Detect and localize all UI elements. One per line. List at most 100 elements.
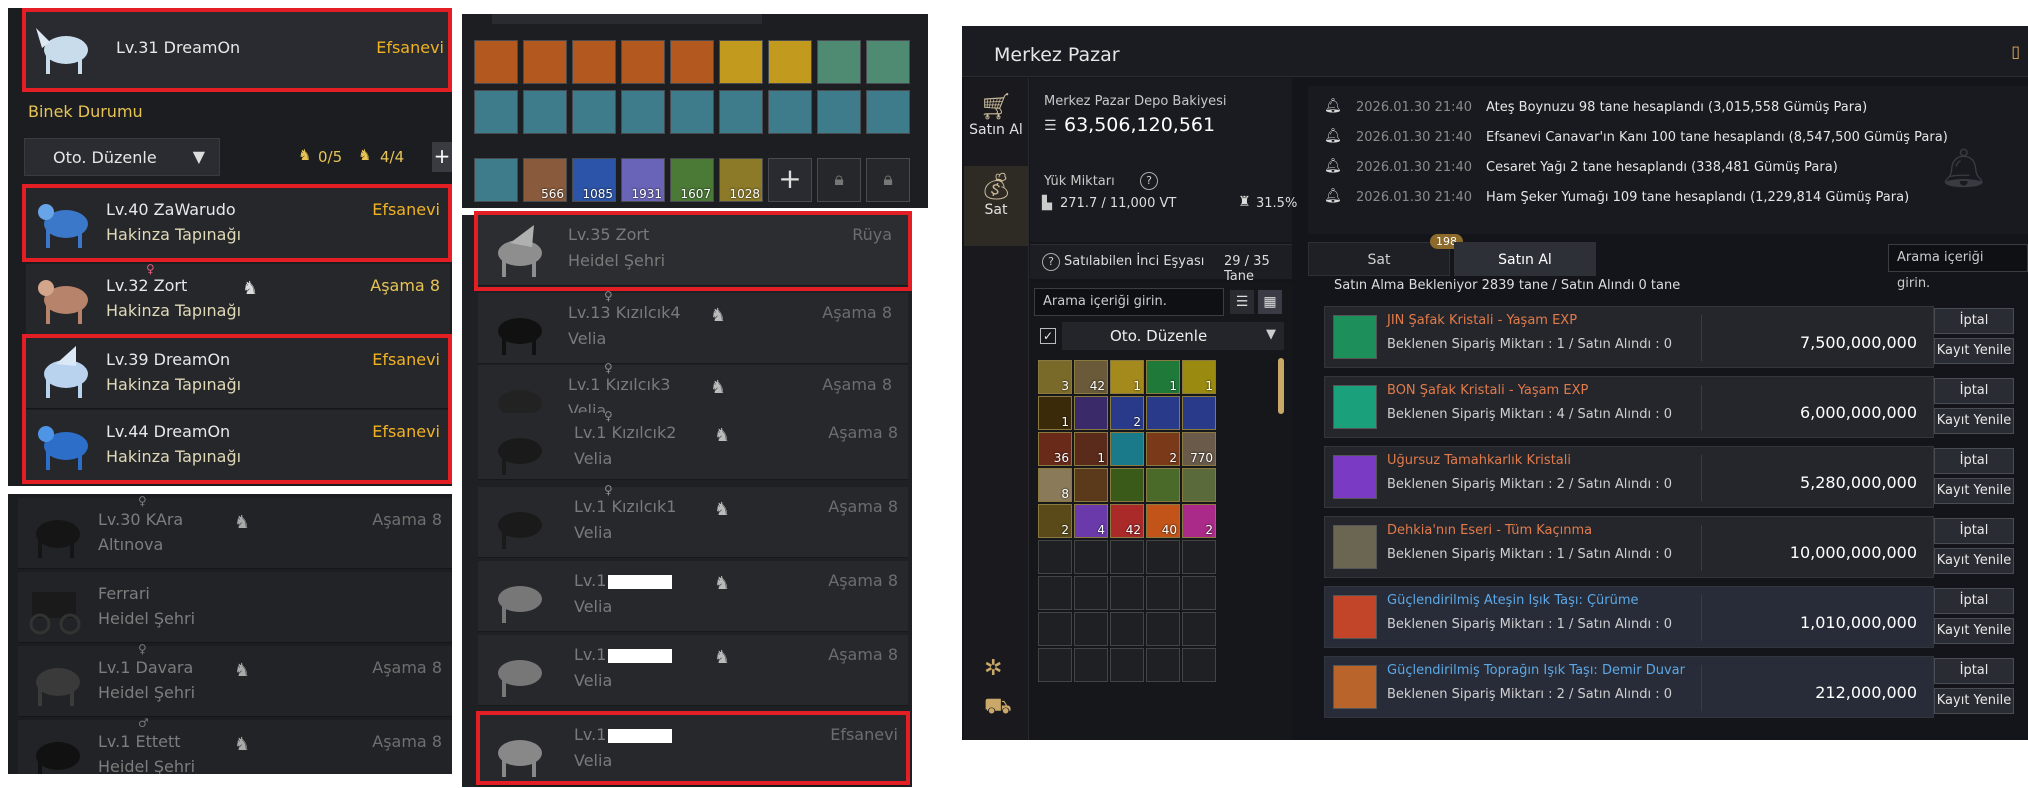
mount-row[interactable]: ♀ Lv.13 Kızılcık4 ♞ Velia Aşama 8 (478, 289, 908, 364)
empty-slot[interactable] (1110, 576, 1144, 610)
empty-slot[interactable] (1038, 648, 1072, 682)
item-slot[interactable] (523, 40, 567, 84)
add-slot-button[interactable]: + (768, 158, 812, 202)
item-slot[interactable]: 1 (1182, 360, 1216, 394)
cancel-order-button[interactable]: İptal (1934, 448, 2014, 474)
cancel-order-button[interactable]: İptal (1934, 308, 2014, 334)
mount-row[interactable]: Lv.1 ♞ Velia Aşama 8 (478, 635, 908, 706)
item-slot[interactable] (1110, 432, 1144, 466)
mount-row[interactable]: ♀ Lv.32 Zort ♞ Hakinza Tapınağı Aşama 8 (26, 262, 450, 335)
renew-order-button[interactable]: Kayıt Yenile (1934, 478, 2014, 504)
nav-buy-button[interactable]: 🛒︎ Satın Al (964, 92, 1028, 138)
item-slot[interactable]: 1028 (719, 158, 763, 202)
item-slot[interactable] (768, 90, 812, 134)
empty-slot[interactable] (1182, 576, 1216, 610)
nav-sell-button[interactable]: 💰︎ Sat (964, 166, 1028, 246)
order-row[interactable]: Uğursuz Tamahkarlık Kristali Beklenen Sip… (1324, 446, 1934, 508)
grid-view-icon[interactable]: ▦ (1258, 290, 1282, 314)
item-slot[interactable] (1074, 396, 1108, 430)
empty-slot[interactable] (1074, 540, 1108, 574)
item-slot[interactable]: 1 (1038, 396, 1072, 430)
item-slot[interactable] (474, 40, 518, 84)
item-slot[interactable]: 1085 (572, 158, 616, 202)
mount-row[interactable]: ♀ Lv.30 KAra ♞ Altınova Aşama 8 (18, 494, 452, 569)
empty-slot[interactable] (1146, 648, 1180, 682)
empty-slot[interactable] (1038, 540, 1072, 574)
tab-sell[interactable]: Sat (1308, 242, 1450, 276)
item-slot[interactable] (621, 40, 665, 84)
empty-slot[interactable] (1182, 648, 1216, 682)
item-slot[interactable] (768, 40, 812, 84)
add-slot-button[interactable]: + (432, 142, 452, 172)
cancel-order-button[interactable]: İptal (1934, 658, 2014, 684)
order-search-input[interactable]: Arama içeriği girin. (1888, 244, 2028, 291)
renew-order-button[interactable]: Kayıt Yenile (1934, 548, 2014, 574)
empty-slot[interactable] (1038, 612, 1072, 646)
item-slot[interactable] (866, 40, 910, 84)
renew-order-button[interactable]: Kayıt Yenile (1934, 618, 2014, 644)
item-slot[interactable] (474, 90, 518, 134)
item-slot[interactable]: 3 (1038, 360, 1072, 394)
tab-buy[interactable]: Satın Al (1454, 242, 1596, 276)
item-slot[interactable]: 2 (1110, 396, 1144, 430)
order-row[interactable]: Güçlendirilmiş Ateşin Işık Taşı: Çürüme B… (1324, 586, 1934, 648)
item-slot[interactable]: 2 (1146, 432, 1180, 466)
mount-row[interactable]: Lv.39 DreamOn Hakinza Tapınağı Efsanevi (26, 338, 450, 409)
auto-sort-dropdown[interactable]: Oto. Düzenle ▼ (24, 138, 220, 176)
mount-row[interactable]: Lv.40 ZaWarudo Hakinza Tapınağı Efsanevi (26, 188, 450, 259)
auto-sort-dropdown[interactable]: Oto. Düzenle ▼ (1062, 322, 1284, 350)
item-slot[interactable] (572, 40, 616, 84)
item-slot[interactable] (817, 90, 861, 134)
item-slot[interactable]: 8 (1038, 468, 1072, 502)
item-slot[interactable] (1074, 468, 1108, 502)
mount-row[interactable]: Lv.1 Velia Efsanevi (478, 715, 908, 786)
cancel-order-button[interactable]: İptal (1934, 378, 2014, 404)
item-slot[interactable] (1182, 468, 1216, 502)
mount-row[interactable]: ♀ Lv.1 Kızılcık1 ♞ Velia Aşama 8 (478, 483, 908, 558)
renew-order-button[interactable]: Kayıt Yenile (1934, 338, 2014, 364)
mount-row[interactable]: ♂ Lv.1 Ettett ♞ Heidel Şehri Aşama 8 (18, 716, 452, 774)
item-slot[interactable]: 40 (1146, 504, 1180, 538)
cancel-order-button[interactable]: İptal (1934, 588, 2014, 614)
cancel-order-button[interactable]: İptal (1934, 518, 2014, 544)
order-row[interactable]: BON Şafak Kristali - Yaşam EXP Beklenen S… (1324, 376, 1934, 438)
order-row[interactable]: Dehkia'nın Eseri - Tüm Kaçınma Beklenen S… (1324, 516, 1934, 578)
empty-slot[interactable] (1074, 576, 1108, 610)
mount-row[interactable]: Ferrari Heidel Şehri (18, 572, 452, 643)
empty-slot[interactable] (1110, 648, 1144, 682)
empty-slot[interactable] (1074, 648, 1108, 682)
item-slot[interactable] (572, 90, 616, 134)
mount-row[interactable]: Lv.44 DreamOn Hakinza Tapınağı Efsanevi (26, 410, 450, 481)
item-slot[interactable]: 1931 (621, 158, 665, 202)
order-row[interactable]: JIN Şafak Kristali - Yaşam EXP Beklenen S… (1324, 306, 1934, 368)
item-slot[interactable]: 770 (1182, 432, 1216, 466)
item-slot[interactable] (523, 90, 567, 134)
item-slot[interactable] (1146, 396, 1180, 430)
empty-slot[interactable] (1182, 540, 1216, 574)
mount-row[interactable]: ♀ Lv.1 Davara ♞ Heidel Şehri Aşama 8 (18, 642, 452, 717)
auto-sort-checkbox[interactable]: ✓ (1040, 328, 1056, 344)
item-slot[interactable]: 566 (523, 158, 567, 202)
empty-slot[interactable] (1146, 612, 1180, 646)
item-slot[interactable] (670, 40, 714, 84)
empty-slot[interactable] (1038, 576, 1072, 610)
empty-slot[interactable] (1146, 540, 1180, 574)
item-slot[interactable]: 2 (1182, 504, 1216, 538)
help-icon[interactable]: ? (1140, 172, 1158, 190)
item-slot[interactable] (1146, 468, 1180, 502)
empty-slot[interactable] (1110, 612, 1144, 646)
tree-icon[interactable]: ✲ (984, 656, 1002, 681)
empty-slot[interactable] (1074, 612, 1108, 646)
item-slot[interactable] (1182, 396, 1216, 430)
mount-row-top[interactable]: Lv.31 DreamOn Efsanevi (26, 12, 450, 89)
item-slot[interactable] (719, 90, 763, 134)
item-slot[interactable] (719, 40, 763, 84)
item-slot[interactable]: 36 (1038, 432, 1072, 466)
empty-slot[interactable] (1110, 540, 1144, 574)
item-slot[interactable]: 4 (1074, 504, 1108, 538)
item-slot[interactable] (621, 90, 665, 134)
item-slot[interactable] (670, 90, 714, 134)
item-slot[interactable]: 42 (1074, 360, 1108, 394)
item-slot[interactable]: 2 (1038, 504, 1072, 538)
help-icon[interactable]: ? (1042, 253, 1060, 271)
